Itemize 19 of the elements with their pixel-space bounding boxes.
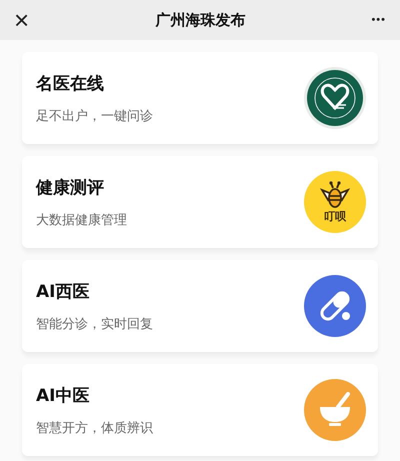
hospital-logo-icon <box>304 67 366 129</box>
service-title: 健康测评 <box>36 176 105 198</box>
more-button[interactable]: ••• <box>371 14 386 26</box>
service-subtitle: 智能分诊，实时回复 <box>36 316 153 332</box>
service-title: 名医在线 <box>36 72 105 94</box>
service-card[interactable]: 名医在线 足不出户，一键问诊 <box>22 52 378 144</box>
service-title: AI中医 <box>36 384 90 406</box>
service-title: AI西医 <box>36 280 90 302</box>
close-button[interactable]: × <box>14 7 30 33</box>
bowl-icon <box>304 379 366 441</box>
service-card[interactable]: AI西医 智能分诊，实时回复 <box>22 260 378 352</box>
service-card[interactable]: AI中医 智慧开方，体质辨识 <box>22 364 378 456</box>
service-card[interactable]: 健康测评 大数据健康管理 叮呗 <box>22 156 378 248</box>
service-subtitle: 智慧开方，体质辨识 <box>36 420 153 436</box>
service-subtitle: 足不出户，一键问诊 <box>36 108 153 124</box>
bee-logo-icon: 叮呗 <box>304 171 366 233</box>
service-subtitle: 大数据健康管理 <box>36 212 127 228</box>
pill-icon <box>304 275 366 337</box>
page-title: 广州海珠发布 <box>155 10 246 30</box>
